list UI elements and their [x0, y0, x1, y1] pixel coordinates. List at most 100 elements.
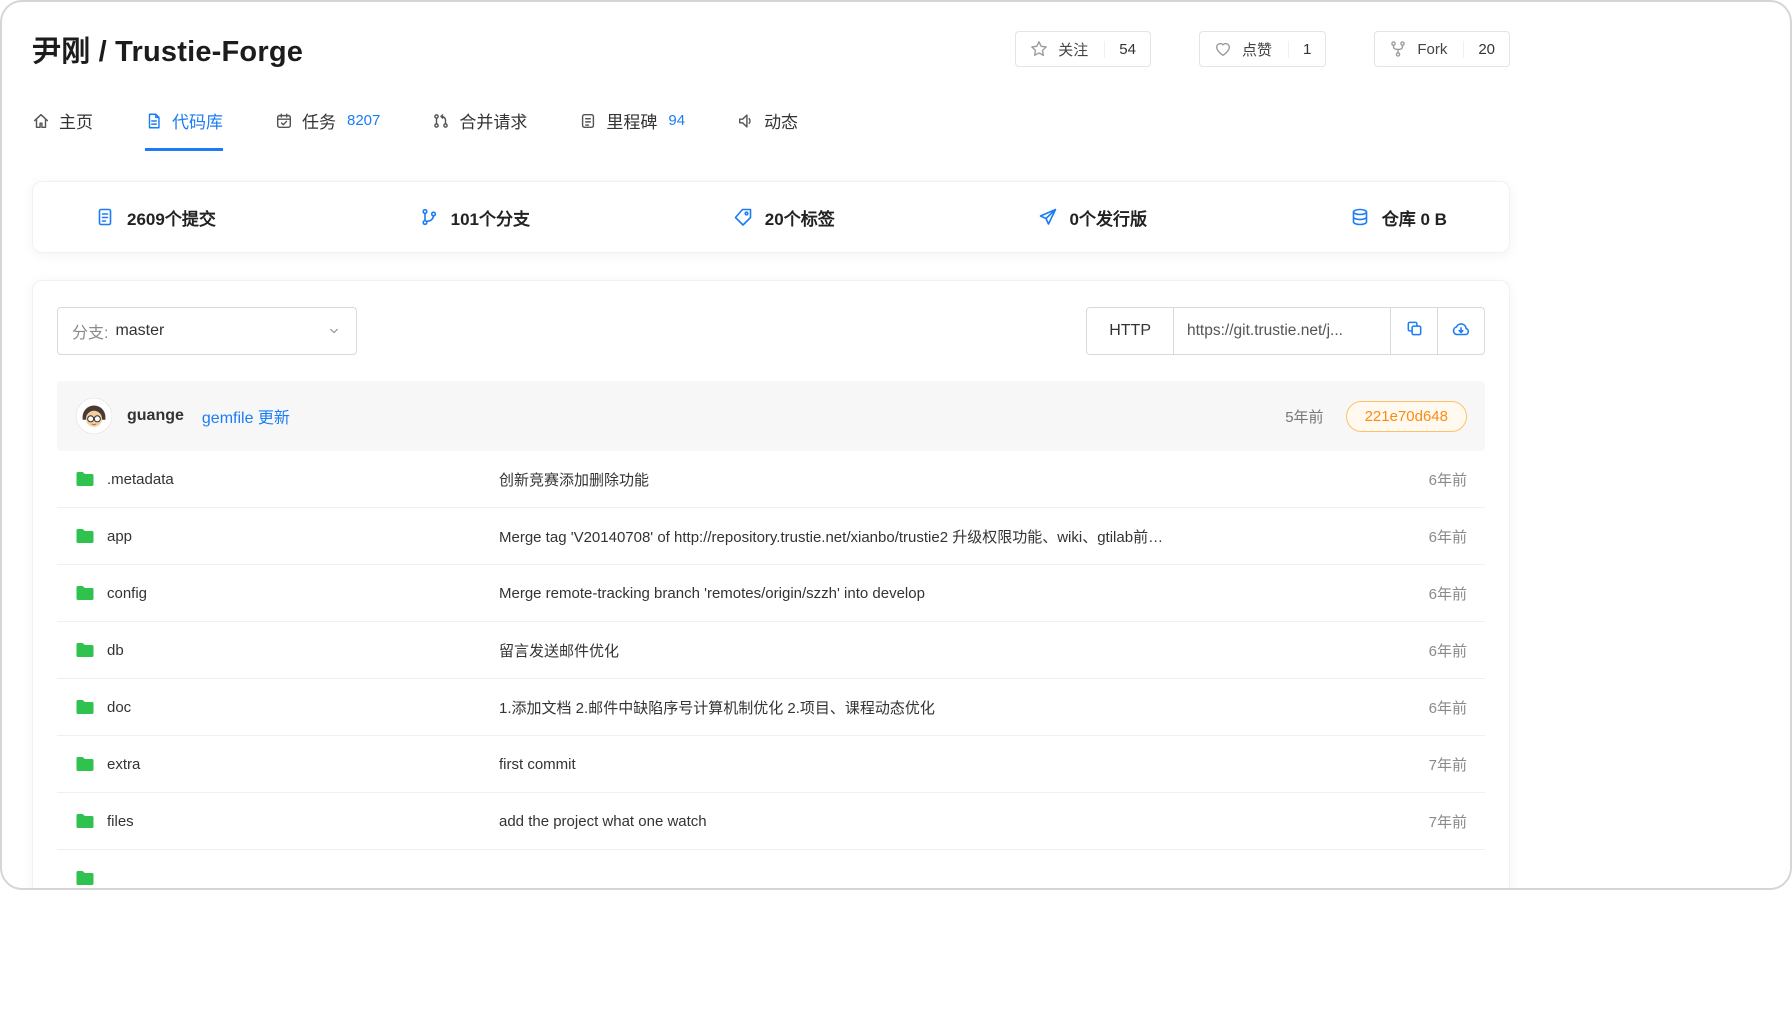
like-button[interactable]: 点赞 1 — [1199, 31, 1326, 67]
table-row: doc 1.添加文档 2.邮件中缺陷序号计算机制优化 2.项目、课程动态优化 6… — [57, 679, 1485, 736]
commit-time: 5年前 — [1285, 406, 1323, 427]
folder-icon — [75, 756, 95, 772]
stat-label: 仓库 0 B — [1382, 205, 1447, 230]
table-row: db 留言发送邮件优化 6年前 — [57, 622, 1485, 679]
avatar[interactable] — [75, 397, 113, 435]
watch-label: 关注 — [1058, 39, 1088, 60]
stat-label: 101个分支 — [451, 205, 530, 230]
repo-actions: 关注 54 点赞 1 Fork 20 — [1015, 31, 1510, 67]
tab-label: 动态 — [764, 108, 798, 133]
commit-message-link[interactable]: gemfile 更新 — [202, 404, 290, 428]
code-toolbar: 分支: master HTTP https://git.trustie.net/… — [57, 307, 1485, 355]
file-name: files — [107, 813, 134, 830]
file-name: app — [107, 528, 132, 545]
file-time: 6年前 — [1413, 697, 1467, 718]
stat-label: 20个标签 — [765, 205, 835, 230]
file-name-cell[interactable]: app — [75, 528, 499, 545]
star-icon — [1030, 40, 1048, 58]
folder-icon — [75, 642, 95, 658]
file-name-cell[interactable]: doc — [75, 699, 499, 716]
tab-merge-requests[interactable]: 合并请求 — [432, 108, 527, 151]
file-commit-message[interactable]: 创新竞赛添加删除功能 — [499, 469, 1413, 490]
stat-tags[interactable]: 20个标签 — [733, 205, 835, 230]
file-name: .metadata — [107, 471, 174, 488]
file-commit-message[interactable]: first commit — [499, 756, 1413, 773]
file-name-cell[interactable] — [75, 870, 499, 886]
folder-icon — [75, 528, 95, 544]
folder-icon — [75, 813, 95, 829]
fork-button[interactable]: Fork 20 — [1374, 31, 1510, 67]
folder-icon — [75, 585, 95, 601]
file-name-cell[interactable]: .metadata — [75, 471, 499, 488]
tab-milestones[interactable]: 里程碑 94 — [579, 108, 685, 151]
file-name: db — [107, 642, 124, 659]
file-time: 6年前 — [1413, 583, 1467, 604]
copy-url-button[interactable] — [1390, 307, 1438, 355]
branch-name: master — [115, 322, 164, 340]
tab-label: 任务 — [302, 108, 336, 133]
like-label: 点赞 — [1242, 39, 1272, 60]
table-row: app Merge tag 'V20140708' of http://repo… — [57, 508, 1485, 565]
repo-tabs: 主页 代码库 任务 8207 合并请求 — [32, 108, 1510, 151]
tab-label: 代码库 — [172, 108, 223, 133]
folder-icon — [75, 870, 95, 886]
file-table: .metadata 创新竞赛添加删除功能 6年前 app Merge tag '… — [57, 451, 1485, 890]
tab-badge: 8207 — [347, 112, 380, 129]
like-count: 1 — [1288, 41, 1311, 58]
file-name-cell[interactable]: files — [75, 813, 499, 830]
clone-url-field[interactable]: https://git.trustie.net/j... — [1173, 307, 1391, 355]
tab-home[interactable]: 主页 — [32, 108, 93, 151]
merge-icon — [432, 112, 450, 130]
file-commit-message[interactable]: add the project what one watch — [499, 813, 1413, 830]
stat-repo-size[interactable]: 仓库 0 B — [1350, 205, 1447, 230]
watch-button[interactable]: 关注 54 — [1015, 31, 1151, 67]
clone-url-group: HTTP https://git.trustie.net/j... — [1086, 307, 1485, 355]
heart-icon — [1214, 40, 1232, 58]
latest-commit-bar: guange gemfile 更新 5年前 221e70d648 — [57, 381, 1485, 451]
file-name-cell[interactable]: db — [75, 642, 499, 659]
file-time: 6年前 — [1413, 469, 1467, 490]
file-commit-message[interactable]: 1.添加文档 2.邮件中缺陷序号计算机制优化 2.项目、课程动态优化 — [499, 697, 1413, 718]
table-row: files add the project what one watch 7年前 — [57, 793, 1485, 850]
file-name-cell[interactable]: config — [75, 585, 499, 602]
file-name: config — [107, 585, 147, 602]
page-title: 尹刚 / Trustie-Forge — [32, 28, 303, 70]
file-commit-message[interactable]: 留言发送邮件优化 — [499, 640, 1413, 661]
stat-label: 0个发行版 — [1070, 205, 1147, 230]
fork-icon — [1389, 40, 1407, 58]
home-icon — [32, 112, 50, 130]
stat-commits[interactable]: 2609个提交 — [95, 205, 216, 230]
file-name: doc — [107, 699, 131, 716]
commit-author[interactable]: guange — [127, 407, 184, 425]
stat-label: 2609个提交 — [127, 205, 216, 230]
stat-releases[interactable]: 0个发行版 — [1038, 205, 1147, 230]
commit-hash-badge[interactable]: 221e70d648 — [1346, 401, 1467, 432]
tab-codebase[interactable]: 代码库 — [145, 108, 223, 151]
download-button[interactable] — [1437, 307, 1485, 355]
tab-label: 主页 — [59, 108, 93, 133]
repo-header: 尹刚 / Trustie-Forge 关注 54 点赞 1 — [32, 2, 1510, 70]
repo-stats-bar: 2609个提交 101个分支 20个标签 0个发行版 — [32, 181, 1510, 253]
tasks-icon — [275, 112, 293, 130]
storage-icon — [1350, 207, 1370, 227]
activity-icon — [737, 112, 755, 130]
folder-icon — [75, 699, 95, 715]
branch-selector[interactable]: 分支: master — [57, 307, 357, 355]
milestone-icon — [579, 112, 597, 130]
stat-branches[interactable]: 101个分支 — [419, 205, 530, 230]
file-commit-message[interactable]: Merge tag 'V20140708' of http://reposito… — [499, 526, 1413, 547]
branches-icon — [419, 207, 439, 227]
tags-icon — [733, 207, 753, 227]
tab-activity[interactable]: 动态 — [737, 108, 798, 151]
tab-tasks[interactable]: 任务 8207 — [275, 108, 380, 151]
table-row-partial[interactable] — [57, 850, 1485, 890]
commits-icon — [95, 207, 115, 227]
tab-badge: 94 — [668, 112, 685, 129]
protocol-toggle[interactable]: HTTP — [1086, 307, 1174, 355]
code-browser-card: 分支: master HTTP https://git.trustie.net/… — [32, 280, 1510, 890]
codebase-icon — [145, 112, 163, 130]
file-time: 6年前 — [1413, 526, 1467, 547]
file-name-cell[interactable]: extra — [75, 756, 499, 773]
file-commit-message[interactable]: Merge remote-tracking branch 'remotes/or… — [499, 585, 1413, 602]
cloud-download-icon — [1451, 319, 1471, 344]
